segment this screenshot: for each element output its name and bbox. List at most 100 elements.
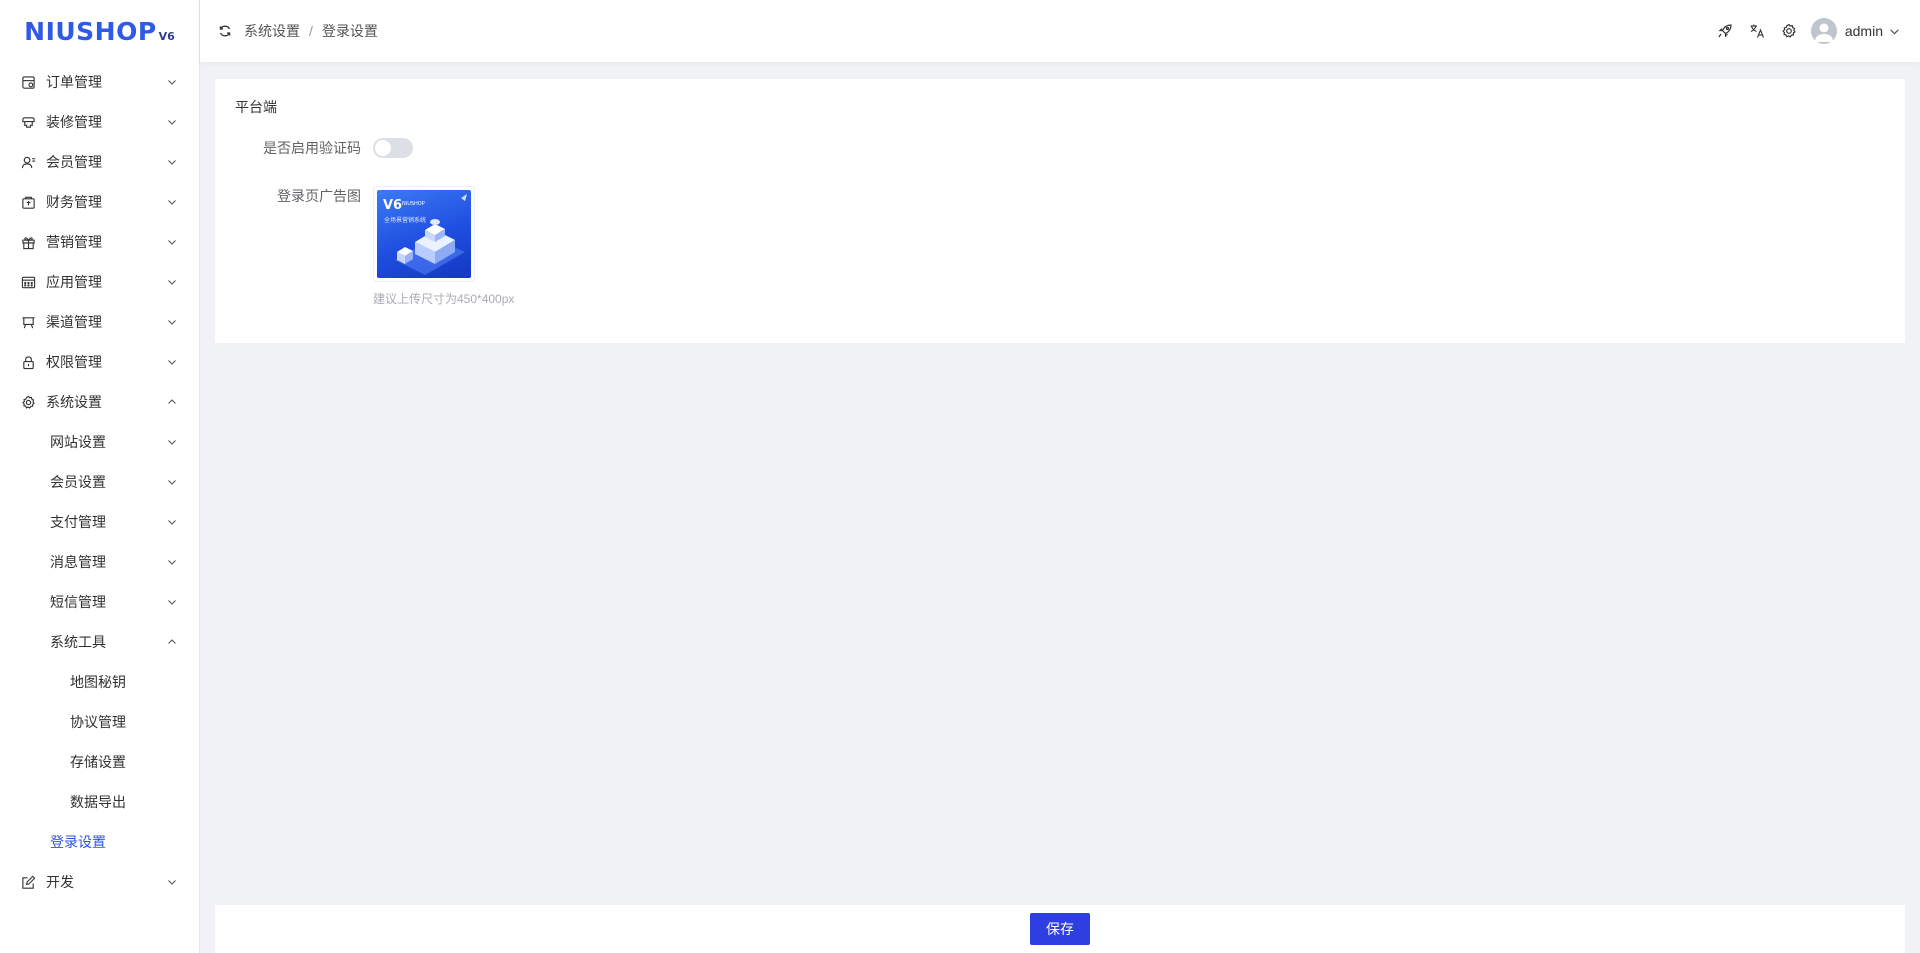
sidebar-item-label: 订单管理	[46, 74, 102, 90]
sidebar-item-agreements[interactable]: 协议管理	[0, 702, 199, 742]
captcha-toggle[interactable]	[373, 138, 413, 158]
user-icon	[1814, 23, 1833, 42]
isometric-building-illustration	[395, 194, 467, 275]
ad-image-hint: 建议上传尺寸为450*400px	[373, 292, 515, 306]
sidebar-item-member-settings[interactable]: 会员设置	[0, 462, 199, 502]
sidebar-item-label: 地图秘钥	[70, 674, 126, 690]
ad-image-field: V6 NIUSHOP 全场景营销系统 建议上传尺寸为450*400px	[373, 186, 514, 307]
chevron-down-icon	[168, 480, 176, 485]
sidebar-item-payment[interactable]: 支付管理	[0, 502, 199, 542]
sidebar-item-label: 协议管理	[70, 714, 126, 730]
sidebar-item-members[interactable]: 会员管理	[0, 142, 199, 182]
sidebar-item-decoration[interactable]: 装修管理	[0, 102, 199, 142]
sidebar-item-data-export[interactable]: 数据导出	[0, 782, 199, 822]
sidebar-item-system-settings[interactable]: 系统设置	[0, 382, 199, 422]
sidebar-item-label: 财务管理	[46, 194, 102, 210]
sidebar-item-marketing[interactable]: 营销管理	[0, 222, 199, 262]
chevron-down-icon	[168, 120, 176, 125]
logo[interactable]: NIUSHOP V6	[0, 0, 199, 62]
breadcrumb-item[interactable]: 系统设置	[244, 21, 300, 41]
app-grid-icon	[20, 274, 36, 290]
sidebar-item-login-settings[interactable]: 登录设置	[0, 822, 199, 862]
footer-bar: 保存	[215, 905, 1905, 953]
member-icon	[20, 154, 36, 170]
chevron-down-icon	[168, 240, 176, 245]
sidebar-item-permissions[interactable]: 权限管理	[0, 342, 199, 382]
sidebar-item-label: 数据导出	[70, 794, 126, 810]
sidebar-item-sms[interactable]: 短信管理	[0, 582, 199, 622]
sidebar-item-label: 应用管理	[46, 274, 102, 290]
sidebar-item-label: 渠道管理	[46, 314, 102, 330]
sidebar-item-label: 系统工具	[50, 634, 106, 650]
sidebar-item-label: 权限管理	[46, 354, 102, 370]
sidebar-item-website-settings[interactable]: 网站设置	[0, 422, 199, 462]
sidebar-item-label: 装修管理	[46, 114, 102, 130]
captcha-label: 是否启用验证码	[263, 140, 361, 156]
chevron-down-icon	[168, 320, 176, 325]
chevron-up-icon	[168, 399, 176, 404]
sidebar-item-dev[interactable]: 开发	[0, 862, 199, 902]
captcha-row: 是否启用验证码	[215, 138, 413, 158]
sidebar-item-label: 开发	[46, 874, 74, 890]
chevron-up-icon	[168, 639, 176, 644]
sidebar-item-label: 营销管理	[46, 234, 102, 250]
logo-version: V6	[158, 29, 175, 43]
translate-icon[interactable]	[1749, 23, 1765, 39]
sidebar-item-label: 存储设置	[70, 754, 126, 770]
sidebar-item-storage[interactable]: 存储设置	[0, 742, 199, 782]
finance-icon	[20, 194, 36, 210]
sidebar-item-label: 消息管理	[50, 554, 106, 570]
login-settings-card: 平台端 是否启用验证码 登录页广告图 V6 NIUSHOP 全场景营销系统 建议…	[215, 79, 1905, 343]
chevron-down-icon	[168, 520, 176, 525]
chevron-down-icon[interactable]	[1889, 26, 1900, 37]
refresh-icon[interactable]	[218, 24, 232, 38]
breadcrumb-separator: /	[309, 23, 313, 39]
chevron-down-icon	[168, 880, 176, 885]
sidebar-item-label: 会员设置	[50, 474, 106, 490]
edit-icon	[20, 874, 36, 890]
sidebar-item-label: 支付管理	[50, 514, 106, 530]
breadcrumb: 系统设置 / 登录设置	[244, 21, 378, 41]
ad-image-preview: V6 NIUSHOP 全场景营销系统	[377, 190, 471, 278]
ad-image-label: 登录页广告图	[277, 188, 361, 204]
chevron-down-icon	[168, 360, 176, 365]
order-icon	[20, 74, 36, 90]
breadcrumb-current: 登录设置	[321, 23, 378, 39]
sidebar-item-orders[interactable]: 订单管理	[0, 62, 199, 102]
chevron-down-icon	[168, 160, 176, 165]
username[interactable]: admin	[1845, 23, 1883, 39]
section-title: 平台端	[235, 99, 277, 115]
gift-icon	[20, 234, 36, 250]
chevron-down-icon	[168, 80, 176, 85]
top-header: 系统设置 / 登录设置 admin	[200, 0, 1920, 62]
chevron-down-icon	[168, 200, 176, 205]
ad-image-upload[interactable]: V6 NIUSHOP 全场景营销系统	[373, 186, 475, 282]
sidebar-item-messages[interactable]: 消息管理	[0, 542, 199, 582]
sidebar-item-label: 会员管理	[46, 154, 102, 170]
save-button[interactable]: 保存	[1030, 913, 1090, 945]
sidebar-item-map-key[interactable]: 地图秘钥	[0, 662, 199, 702]
sidebar-item-label: 登录设置	[50, 834, 106, 850]
sidebar-item-system-tools[interactable]: 系统工具	[0, 622, 199, 662]
sidebar-item-label: 系统设置	[46, 394, 102, 410]
ad-image-row: 登录页广告图 V6 NIUSHOP 全场景营销系统 建议上传尺寸为450*400…	[215, 186, 514, 307]
gear-icon	[20, 394, 36, 410]
sidebar: NIUSHOP V6 订单管理 装修管理 会员管理 财务管理 营销管理 应用管理…	[0, 0, 200, 953]
logo-text: NIUSHOP	[24, 16, 157, 46]
sidebar-item-channels[interactable]: 渠道管理	[0, 302, 199, 342]
sidebar-item-finance[interactable]: 财务管理	[0, 182, 199, 222]
sidebar-item-label: 短信管理	[50, 594, 106, 610]
header-actions: admin	[1701, 0, 1900, 62]
sidebar-item-apps[interactable]: 应用管理	[0, 262, 199, 302]
chevron-down-icon	[168, 440, 176, 445]
chevron-down-icon	[168, 560, 176, 565]
chevron-down-icon	[168, 280, 176, 285]
decoration-icon	[20, 114, 36, 130]
sidebar-menu: 订单管理 装修管理 会员管理 财务管理 营销管理 应用管理 渠道管理 权限管理 …	[0, 62, 199, 902]
channel-icon	[20, 314, 36, 330]
settings-gear-icon[interactable]	[1781, 23, 1797, 39]
lock-icon	[20, 354, 36, 370]
chevron-down-icon	[168, 600, 176, 605]
avatar[interactable]	[1810, 18, 1837, 44]
rocket-icon[interactable]	[1717, 23, 1733, 39]
